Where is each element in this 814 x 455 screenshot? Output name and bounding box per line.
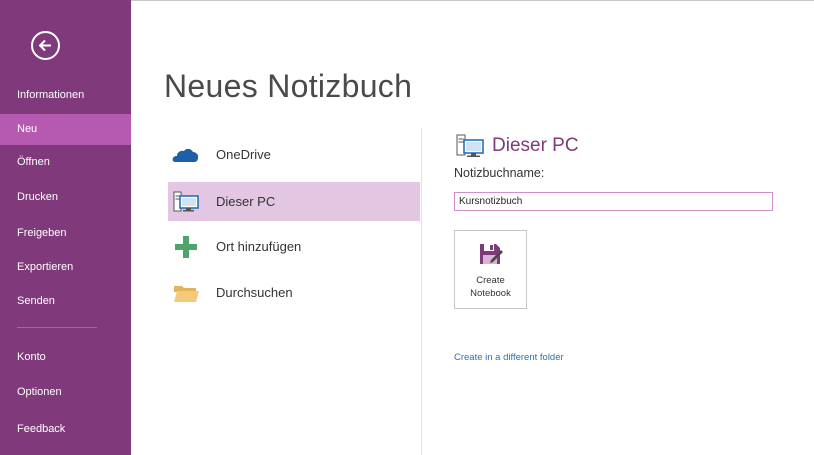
sidebar-item-oeffnen[interactable]: Öffnen — [0, 147, 131, 178]
back-arrow-icon — [38, 39, 51, 52]
create-button-label: Create — [476, 275, 505, 286]
cloud-icon — [172, 148, 199, 162]
notebook-name-input[interactable] — [454, 192, 773, 211]
notebook-name-label: Notizbuchname: — [454, 166, 545, 180]
plus-icon — [175, 236, 197, 258]
page-title: Neues Notizbuch — [164, 68, 413, 104]
create-button-label: Notebook — [470, 288, 511, 299]
location-label: Ort hinzufügen — [216, 239, 302, 254]
location-label: Durchsuchen — [216, 285, 293, 300]
save-notebook-icon — [480, 244, 503, 264]
create-notebook-button[interactable]: Create Notebook — [454, 230, 527, 309]
location-label: Dieser PC — [216, 194, 276, 209]
sidebar-item-konto[interactable]: Konto — [0, 342, 131, 373]
sidebar-item-informationen[interactable]: Informationen — [0, 80, 131, 111]
sidebar-item-freigeben[interactable]: Freigeben — [0, 218, 131, 249]
location-ort-hinzufuegen[interactable]: Ort hinzufügen — [168, 227, 420, 266]
location-durchsuchen[interactable]: Durchsuchen — [168, 273, 420, 312]
sidebar-item-drucken[interactable]: Drucken — [0, 182, 131, 213]
sidebar-divider — [17, 327, 97, 328]
computer-icon — [173, 191, 199, 212]
backstage-sidebar: Informationen Neu Öffnen Drucken Freigeb… — [0, 0, 131, 455]
sidebar-item-neu[interactable]: Neu — [0, 114, 131, 145]
computer-icon — [456, 134, 484, 157]
sidebar-item-feedback[interactable]: Feedback — [0, 414, 131, 445]
sidebar-item-optionen[interactable]: Optionen — [0, 377, 131, 408]
sidebar-item-senden[interactable]: Senden — [0, 286, 131, 317]
sidebar-item-exportieren[interactable]: Exportieren — [0, 252, 131, 283]
location-title: Dieser PC — [492, 135, 579, 156]
create-in-different-folder-link[interactable]: Create in a different folder — [454, 352, 564, 363]
location-label: OneDrive — [216, 147, 271, 162]
back-button[interactable] — [31, 31, 60, 60]
folder-icon — [174, 286, 199, 302]
location-dieser-pc[interactable]: Dieser PC — [168, 182, 420, 221]
panel-divider — [421, 128, 422, 455]
location-onedrive[interactable]: OneDrive — [168, 135, 420, 174]
